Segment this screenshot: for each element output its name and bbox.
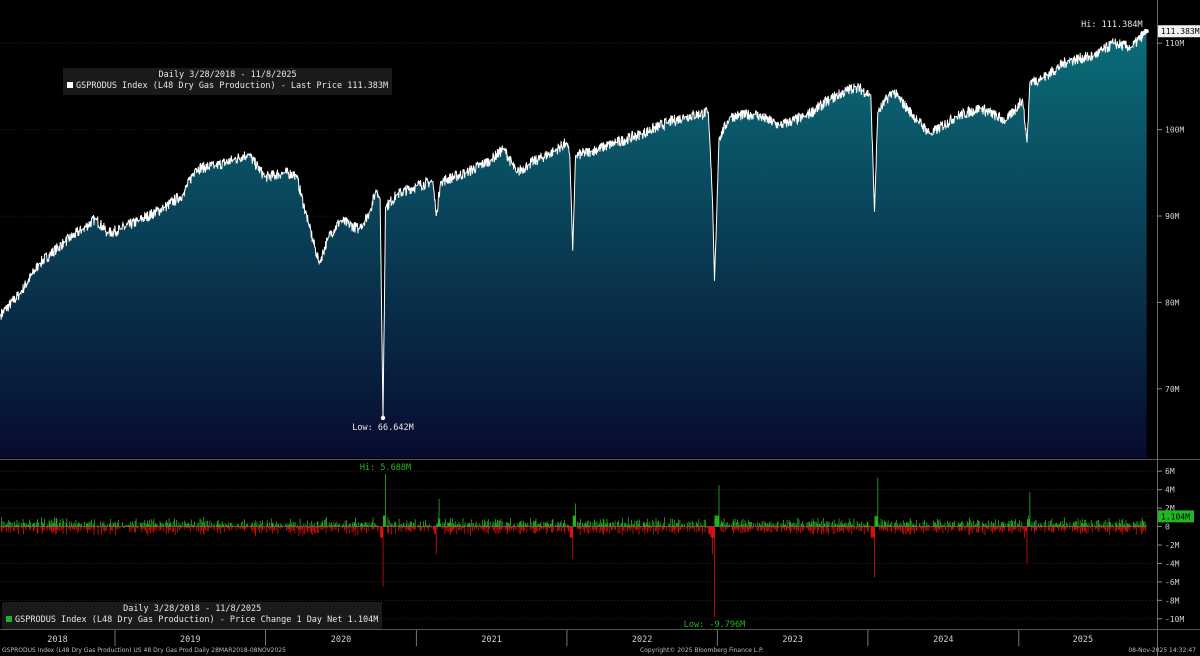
price-legend-period: Daily 3/28/2018 - 11/8/2025 <box>158 70 297 80</box>
x-axis: 2018 2019 2020 2021 2022 2023 2024 2025 <box>0 629 1200 646</box>
year-label: 2023 <box>782 635 802 645</box>
price-last-label: 111.383M <box>1161 27 1200 36</box>
price-high-label: Hi: 111.384M <box>1081 20 1142 30</box>
change-high-label: Hi: 5.688M <box>360 463 411 473</box>
change-legend-swatch <box>6 616 12 622</box>
price-tick-label: 100M <box>1165 126 1184 135</box>
year-label: 2021 <box>481 635 501 645</box>
price-low-marker <box>380 415 386 421</box>
price-tick-label: 110M <box>1165 39 1184 48</box>
change-legend: Daily 3/28/2018 - 11/8/2025 GSPRODUS Ind… <box>2 602 383 629</box>
price-panel: 70M 80M 90M 100M 110M Hi: 111.384M Low: 66.642… <box>0 0 1200 656</box>
year-label: 2024 <box>933 635 953 645</box>
change-low-label: Low: -9.796M <box>684 620 745 630</box>
change-legend-label: GSPRODUS Index (L48 Dry Gas Production) … <box>15 615 379 625</box>
price-high-marker <box>1144 29 1149 34</box>
change-tick-label: 0 <box>1165 523 1170 532</box>
change-tick-label: -2M <box>1165 541 1180 550</box>
change-tick-label: 4M <box>1165 486 1175 495</box>
change-tick-label: 6M <box>1165 467 1175 476</box>
change-legend-period: Daily 3/28/2018 - 11/8/2025 <box>123 604 262 614</box>
price-low-label: Low: 66.642M <box>352 423 413 433</box>
price-legend-label: GSPRODUS Index (L48 Dry Gas Production) … <box>76 81 389 91</box>
year-label: 2025 <box>1073 635 1093 645</box>
price-tick-label: 70M <box>1165 385 1180 394</box>
footer-copyright: Copyright© 2025 Bloomberg Finance L.P. <box>640 647 764 654</box>
change-tick-label: -8M <box>1165 596 1180 605</box>
footer-source: GSPRODUS Index (L48 Dry Gas Production) … <box>2 647 286 654</box>
price-legend-swatch <box>67 82 73 88</box>
year-label: 2020 <box>331 635 351 645</box>
price-tick-label: 80M <box>1165 298 1180 307</box>
change-tick-label: -10M <box>1165 615 1184 624</box>
chart-canvas: 70M 80M 90M 100M 110M Hi: 111.384M Low: 66.642… <box>0 0 1200 656</box>
year-label: 2019 <box>180 635 200 645</box>
change-tick-label: -6M <box>1165 578 1180 587</box>
year-label: 2022 <box>632 635 652 645</box>
year-label: 2018 <box>47 635 67 645</box>
change-last-label: 1.104M <box>1161 512 1190 521</box>
price-legend: Daily 3/28/2018 - 11/8/2025 GSPRODUS Ind… <box>63 68 393 95</box>
footer-timestamp: 08-Nov-2025 14:32:47 <box>1128 647 1196 654</box>
price-tick-label: 90M <box>1165 212 1180 221</box>
change-tick-label: -4M <box>1165 559 1180 568</box>
